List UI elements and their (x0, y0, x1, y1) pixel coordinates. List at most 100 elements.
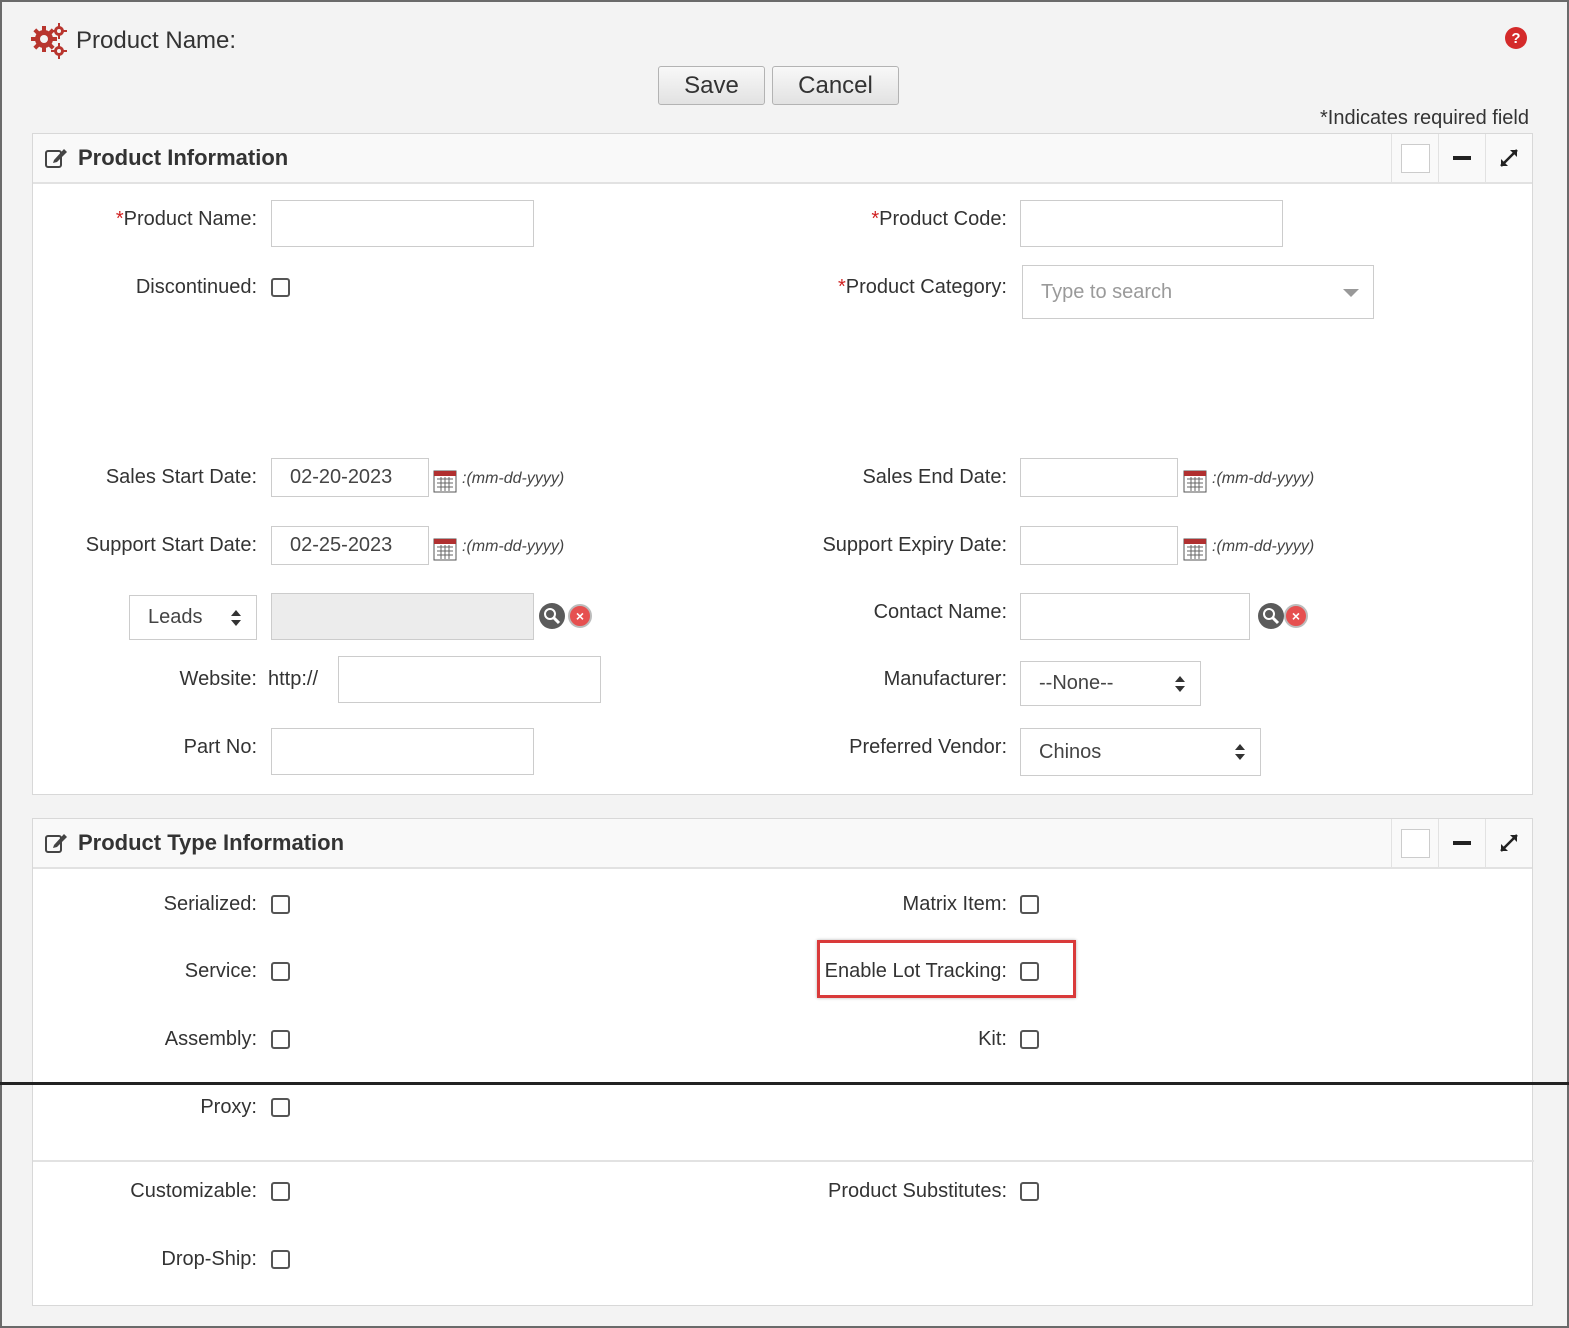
separator-line (0, 1082, 1569, 1085)
panel-title: Product Information (78, 145, 289, 170)
discontinued-checkbox[interactable] (271, 278, 290, 297)
collapse-button[interactable] (1438, 819, 1485, 867)
enable-lot-tracking-label: Enable Lot Tracking: (824, 960, 1007, 982)
search-icon[interactable] (539, 603, 565, 629)
search-icon[interactable] (1258, 603, 1284, 629)
customizable-label: Customizable: (130, 1180, 257, 1202)
sort-arrows-icon (1235, 744, 1245, 760)
calendar-icon[interactable] (1183, 469, 1207, 493)
enable-lot-tracking-checkbox[interactable] (1020, 962, 1039, 981)
preferred-vendor-select[interactable]: Chinos (1020, 728, 1261, 776)
blank-box-icon (1400, 143, 1430, 173)
clear-icon[interactable]: × (568, 604, 592, 628)
save-button[interactable]: Save (658, 66, 765, 105)
serialized-label: Serialized: (163, 893, 257, 915)
help-icon[interactable]: ? (1505, 27, 1527, 49)
minus-icon (1453, 841, 1471, 845)
proxy-label: Proxy: (200, 1096, 257, 1118)
drop-ship-label: Drop-Ship: (161, 1248, 257, 1270)
matrix-item-checkbox[interactable] (1020, 895, 1039, 914)
panel-title: Product Type Information (78, 830, 345, 855)
related-to-select[interactable]: Leads (129, 595, 257, 640)
sales-end-date-input[interactable] (1020, 458, 1178, 497)
required-field-note: *Indicates required field (1319, 107, 1529, 129)
sales-start-date-label: Sales Start Date: (105, 466, 257, 488)
manufacturer-label: Manufacturer: (883, 668, 1007, 690)
product-information-panel: Product Information (32, 133, 1533, 795)
preferred-vendor-value: Chinos (1039, 740, 1102, 763)
customizable-checkbox[interactable] (271, 1182, 290, 1201)
panel-header: Product Information (33, 134, 1532, 184)
product-name-input[interactable] (271, 200, 534, 247)
product-substitutes-label: Product Substitutes: (828, 1180, 1007, 1202)
support-expiry-date-label: Support Expiry Date: (822, 534, 1007, 556)
product-code-label: *Product Code: (871, 208, 1007, 230)
product-category-select[interactable]: Type to search (1022, 265, 1374, 319)
service-label: Service: (184, 960, 257, 982)
calendar-icon[interactable] (433, 469, 457, 493)
related-to-value: Leads (148, 606, 203, 628)
gears-icon (31, 23, 67, 59)
serialized-checkbox[interactable] (271, 895, 290, 914)
support-start-date-input[interactable]: 02-25-2023 (271, 526, 429, 565)
product-name-label: *Product Name: (115, 208, 257, 230)
service-checkbox[interactable] (271, 962, 290, 981)
expand-icon (1500, 834, 1518, 852)
contact-name-input[interactable] (1020, 593, 1250, 640)
product-category-placeholder: Type to search (1041, 280, 1173, 303)
calendar-icon[interactable] (1183, 537, 1207, 561)
preferred-vendor-label: Preferred Vendor: (849, 736, 1007, 758)
panel-header: Product Type Information (33, 819, 1532, 869)
date-format-hint: :(mm-dd-yyyy) (462, 538, 565, 555)
assembly-checkbox[interactable] (271, 1030, 290, 1049)
expand-button[interactable] (1485, 819, 1532, 867)
website-label: Website: (179, 668, 257, 690)
contact-name-label: Contact Name: (873, 601, 1007, 623)
panel-tools (1391, 819, 1532, 867)
date-format-hint: :(mm-dd-yyyy) (1212, 538, 1315, 555)
minus-icon (1453, 156, 1471, 160)
proxy-checkbox[interactable] (271, 1098, 290, 1117)
panel-toggle[interactable] (1391, 134, 1438, 182)
matrix-item-label: Matrix Item: (902, 893, 1007, 915)
discontinued-label: Discontinued: (135, 276, 257, 298)
caret-down-icon (1343, 289, 1359, 297)
sort-arrows-icon (231, 609, 241, 626)
kit-label: Kit: (978, 1028, 1007, 1050)
edit-icon (45, 149, 67, 168)
product-code-input[interactable] (1020, 200, 1283, 247)
website-input[interactable] (338, 656, 601, 703)
edit-icon (45, 834, 67, 853)
part-no-input[interactable] (271, 728, 534, 775)
panel-tools (1391, 134, 1532, 182)
sort-arrows-icon (1175, 675, 1185, 692)
collapse-button[interactable] (1438, 134, 1485, 182)
website-prefix: http:// (268, 668, 319, 690)
page-title: Product Name: (76, 27, 237, 54)
clear-icon[interactable]: × (1284, 604, 1308, 628)
product-type-information-panel: Product Type Information (32, 818, 1534, 1306)
panel-toggle[interactable] (1391, 819, 1438, 867)
manufacturer-select[interactable]: --None-- (1020, 661, 1201, 706)
date-format-hint: :(mm-dd-yyyy) (462, 470, 565, 487)
calendar-icon[interactable] (433, 537, 457, 561)
blank-box-icon (1400, 828, 1430, 858)
date-format-hint: :(mm-dd-yyyy) (1212, 470, 1315, 487)
expand-button[interactable] (1485, 134, 1532, 182)
cancel-button[interactable]: Cancel (772, 66, 899, 105)
sales-end-date-label: Sales End Date: (862, 466, 1007, 488)
kit-checkbox[interactable] (1020, 1030, 1039, 1049)
product-substitutes-checkbox[interactable] (1020, 1182, 1039, 1201)
support-start-date-label: Support Start Date: (85, 534, 257, 556)
page-header: Product Name: (30, 22, 236, 60)
manufacturer-value: --None-- (1039, 672, 1114, 694)
assembly-label: Assembly: (164, 1028, 257, 1050)
drop-ship-checkbox[interactable] (271, 1250, 290, 1269)
related-to-input (271, 593, 534, 640)
sales-start-date-input[interactable]: 02-20-2023 (271, 458, 429, 497)
expand-icon (1500, 149, 1518, 167)
support-expiry-date-input[interactable] (1020, 526, 1178, 565)
section-divider (33, 1160, 1534, 1162)
product-category-label: *Product Category: (838, 276, 1007, 298)
part-no-label: Part No: (183, 736, 257, 758)
